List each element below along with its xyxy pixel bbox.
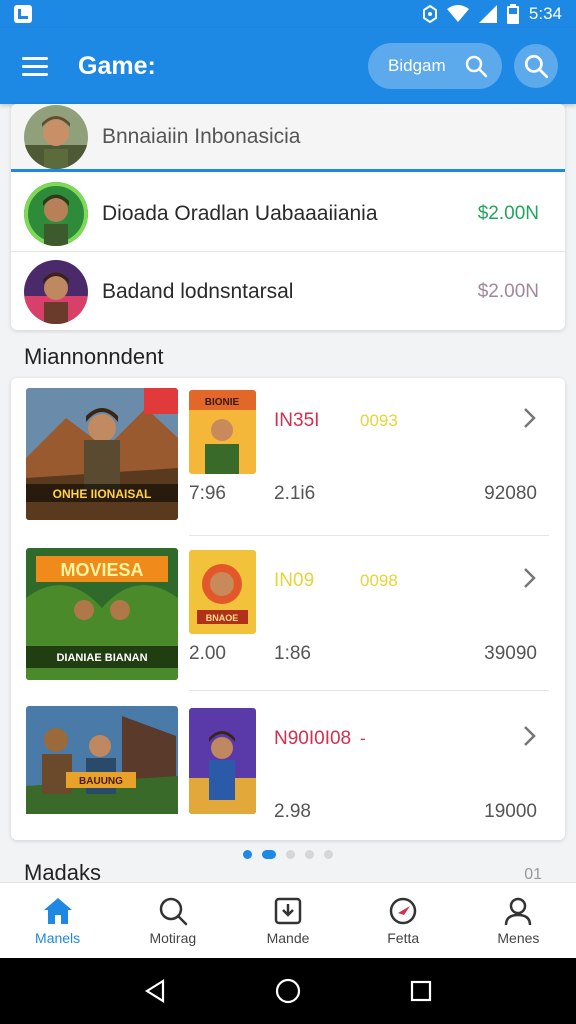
game-code: IN35I [274,410,320,431]
game-thumb-text: BIONIE [205,397,240,408]
game-banner-text: ONHE IIONAISAL [53,487,152,501]
recents-button[interactable] [409,979,433,1003]
nav-item-manels[interactable]: Manels [0,883,115,958]
back-icon [145,979,165,1003]
section-title: Miannonndent [24,344,164,369]
wifi-icon [446,5,469,22]
game-code: IN09 [274,570,315,591]
app-title: Game: [78,51,156,80]
game-value: 92080 [484,483,537,504]
nav-label: Fetta [387,929,420,946]
account-name: Dioada Oradlan Uabaaaiiania [102,201,378,225]
recents-icon [410,980,431,1002]
game-value: 19000 [484,801,537,822]
account-price: $2.00N [477,202,539,224]
nav-label: Menes [497,929,540,946]
app-bar: Game: Bidgam [0,28,576,104]
chevron-right-icon[interactable] [521,406,537,430]
page-dot[interactable] [286,850,295,859]
search-icon [524,54,549,79]
game-thumbnail: BNAOE [189,550,256,634]
game-tag: 0093 [360,411,398,430]
game-banner-subtext: DIANIAE BIANAN [56,652,147,664]
search-icon [465,55,488,78]
compass-icon [389,897,417,924]
game-banner-text: MOVIESA [60,560,143,580]
game-banner-text: BAUUNG [79,776,123,787]
home-circle-icon [275,978,301,1004]
page-indicator [0,850,576,859]
nav-label: Mande [266,929,310,946]
search-placeholder: Bidgam [388,56,446,75]
nav-item-motirag[interactable]: Motirag [115,883,230,958]
nav-label: Manels [35,929,81,946]
game-stat: 2.00 [189,643,226,664]
nav-item-menes[interactable]: Menes [461,883,576,958]
home-button[interactable] [274,977,302,1005]
game-list-card: ONHE IIONAISAL BIONIE IN35I 0093 7:96 2.… [11,378,565,840]
page-dot-active[interactable] [262,850,276,859]
system-navigation-bar [0,958,576,1024]
page-dot[interactable] [305,850,314,859]
avatar [24,259,88,324]
search-icon [159,897,188,925]
game-banner-image: BAUUNG [26,706,178,838]
page-dot[interactable] [243,850,252,859]
status-bar: 5:34 [0,0,576,28]
account-name: Badand lodnsntarsal [102,279,294,303]
game-thumbnail: BIONIE [189,390,256,474]
account-row[interactable]: Dioada Oradlan Uabaaaiiania $2.00N [11,176,565,252]
signal-icon [478,5,497,23]
page-dot[interactable] [324,850,333,859]
avatar [24,181,88,246]
game-banner-image: ONHE IIONAISAL [26,388,178,520]
data-saver-icon [422,5,437,23]
game-stat: 1:86 [274,643,311,664]
game-stat: 7:96 [189,483,226,504]
accounts-card: Bnnaiaiin Inbonasicia Dioada Oradlan Uab… [11,104,565,330]
game-stat: 2.1i6 [274,483,316,504]
nav-item-fetta[interactable]: Fetta [346,883,461,958]
account-price: $2.00N [477,280,539,302]
app-notification-icon [14,5,32,23]
search-button[interactable] [514,44,558,88]
chevron-right-icon[interactable] [521,724,537,748]
person-icon [505,897,532,925]
account-row[interactable]: Badand lodnsntarsal $2.00N [11,253,565,330]
game-banner-image: MOVIESA DIANIAE BIANAN [26,548,178,680]
battery-icon [506,4,519,24]
home-icon [43,897,72,924]
game-stat: 2.98 [274,801,311,822]
game-value: 39090 [484,643,537,664]
back-button[interactable] [143,979,167,1003]
account-name: Bnnaiaiin Inbonasicia [102,124,301,148]
game-thumbnail [189,708,256,814]
search-input[interactable]: Bidgam [368,43,502,89]
game-row[interactable]: ONHE IIONAISAL BIONIE IN35I 0093 7:96 2.… [11,378,565,533]
divider [189,690,549,691]
divider [189,535,549,536]
account-row[interactable]: Bnnaiaiin Inbonasicia [11,104,565,172]
avatar [24,104,88,169]
download-icon [274,897,302,924]
game-tag: - [360,729,366,748]
nav-item-mande[interactable]: Mande [230,883,345,958]
game-tag: 0098 [360,571,398,590]
game-row[interactable]: BAUUNG N90I0I08 - 2.98 19000 [11,696,565,851]
menu-icon[interactable] [22,51,52,81]
game-code: N90I0I08 [274,728,352,749]
status-time: 5:34 [528,4,562,23]
bottom-navigation: Manels Motirag Mande Fetta Menes [0,882,576,958]
game-thumb-text: BNAOE [206,613,239,623]
nav-label: Motirag [149,929,197,946]
game-row[interactable]: MOVIESA DIANIAE BIANAN BNAOE IN09 0098 2… [11,538,565,693]
chevron-right-icon[interactable] [521,566,537,590]
